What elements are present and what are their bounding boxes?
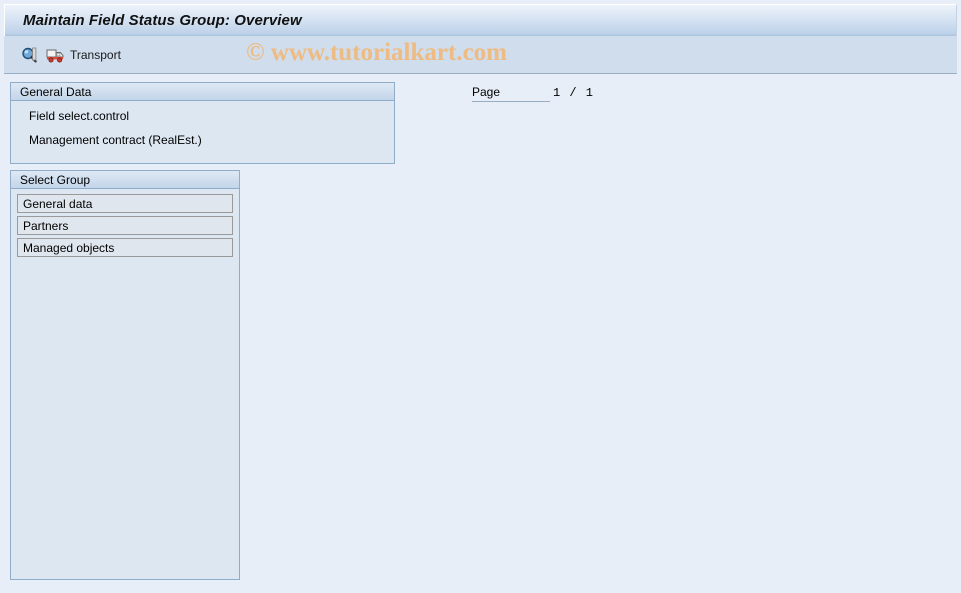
- select-group-item-label: Partners: [23, 218, 69, 233]
- general-data-panel: General Data Field select.control Manage…: [10, 82, 395, 164]
- general-data-header: General Data: [11, 83, 394, 101]
- general-data-header-label: General Data: [20, 85, 92, 99]
- select-group-item-label: Managed objects: [23, 240, 115, 255]
- page-label: Page: [472, 85, 501, 99]
- transport-label: Transport: [70, 48, 121, 62]
- page-field-underline: [472, 101, 550, 102]
- page-indicator: Page 1 / 1: [472, 85, 612, 105]
- page-value: 1 / 1: [553, 86, 595, 100]
- select-group-item-managed-objects[interactable]: Managed objects: [17, 238, 233, 257]
- select-group-item-partners[interactable]: Partners: [17, 216, 233, 235]
- page-title: Maintain Field Status Group: Overview: [23, 12, 302, 29]
- select-group-header-label: Select Group: [20, 173, 91, 187]
- window-title-bar: Maintain Field Status Group: Overview: [4, 4, 957, 36]
- select-group-panel: Select Group General data Partners Manag…: [10, 170, 240, 580]
- select-group-item-label: General data: [23, 196, 93, 211]
- select-group-list: General data Partners Managed objects: [17, 194, 233, 260]
- management-contract-label: Management contract (RealEst.): [29, 133, 202, 147]
- select-group-item-general-data[interactable]: General data: [17, 194, 233, 213]
- transport-button[interactable]: Transport: [42, 41, 125, 69]
- select-group-header: Select Group: [11, 171, 239, 189]
- field-select-control-label: Field select.control: [29, 109, 130, 123]
- magnifier-icon: [20, 46, 38, 64]
- truck-icon: [46, 46, 65, 64]
- watermark-text: © www.tutorialkart.com: [246, 39, 507, 66]
